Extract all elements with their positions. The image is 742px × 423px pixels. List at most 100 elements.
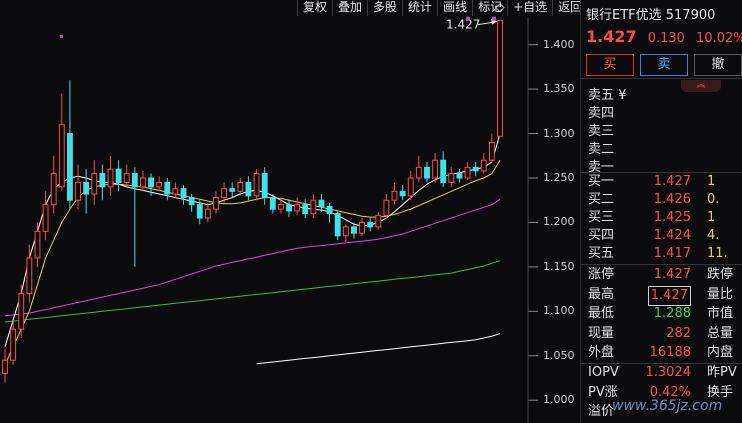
candle-down <box>245 181 252 197</box>
stat-label-right: 量比 <box>707 286 734 302</box>
candle-down <box>131 173 138 188</box>
candle-down <box>164 181 171 195</box>
price-tick-label: 1.000 <box>543 393 575 407</box>
price-tick-label: 1.300 <box>543 126 575 140</box>
bid-level-volume: 0. <box>707 192 720 207</box>
ask-level-row: 卖二 <box>581 141 742 159</box>
bid-level-label: 买四 <box>588 228 615 243</box>
candle-up <box>253 173 260 197</box>
candle-up <box>391 190 398 201</box>
bid-level-price: 1.424 <box>653 228 691 243</box>
toolbar-button-1[interactable]: 叠加 <box>332 0 367 16</box>
toolbar-button-2[interactable]: 多股 <box>367 0 402 16</box>
candle-down <box>188 197 195 206</box>
chart-toolbar: 复权 叠加 多股 统计 画线 标记 +自选 返回 <box>297 0 587 16</box>
candle-up <box>140 177 146 188</box>
price-tick-label: 1.100 <box>543 304 575 318</box>
candle-up <box>480 159 487 172</box>
stat-row: 外盘 16188 内盘 <box>581 344 742 362</box>
candle-up <box>10 328 17 361</box>
candle-up <box>34 230 41 259</box>
candle-up <box>75 181 81 201</box>
kline-chart[interactable]: 1.427 <box>0 0 580 423</box>
candle-up <box>415 166 422 179</box>
candle-down <box>229 188 236 192</box>
stat-label-right: 市值 <box>707 306 734 321</box>
candle-up <box>448 173 455 183</box>
sell-button[interactable]: 卖 <box>640 54 688 76</box>
ma20-line <box>4 198 501 317</box>
candle-up <box>221 188 228 199</box>
toolbar-button-4[interactable]: 画线 <box>437 0 472 16</box>
candle-up <box>294 204 301 212</box>
price-bar: 1.427 0.130 10.02% <box>586 27 742 46</box>
marker-dot <box>466 16 470 21</box>
candle-up <box>18 293 25 330</box>
candle-down <box>148 177 155 188</box>
bid-level-row: 买四 1.424 4. <box>581 227 742 245</box>
bid-level-row: 买一 1.427 1 <box>581 173 742 191</box>
candle-up <box>58 124 65 188</box>
toolbar-button-6[interactable]: +自选 <box>507 0 552 16</box>
stat-value: 282 <box>666 325 691 341</box>
candle-down <box>351 226 357 234</box>
candle-down <box>318 199 325 207</box>
ask-level-label: 卖四 <box>588 106 615 121</box>
stat-value: 16188 <box>649 345 691 360</box>
candle-up <box>375 214 382 228</box>
stat-value: 1.288 <box>653 306 691 321</box>
candle-down <box>472 166 479 172</box>
bid-level-row: 买五 1.417 11. <box>581 245 742 263</box>
bid-level-volume: 11. <box>707 246 728 261</box>
bid-level-volume: 1 <box>707 210 716 225</box>
stat-label-right: 跌停 <box>707 267 734 282</box>
price-tick-label: 1.050 <box>543 348 575 362</box>
candle-down <box>66 133 73 201</box>
candle-down <box>115 168 122 183</box>
bid-level-row: 买三 1.425 1 <box>581 209 742 227</box>
bid-level-volume: 1 <box>707 174 716 189</box>
watermark: www.365jz.com <box>612 398 723 414</box>
bid-level-label: 买二 <box>588 192 615 207</box>
candle-up <box>383 199 390 216</box>
bid-level-price: 1.417 <box>653 246 691 261</box>
iopv-label: IOPV <box>588 365 619 380</box>
ma120-line <box>256 333 501 365</box>
candle-down <box>269 197 276 210</box>
candle-up <box>213 197 219 210</box>
candle-down <box>196 204 203 219</box>
candle-down <box>99 173 106 188</box>
toolbar-button-3[interactable]: 统计 <box>402 0 437 16</box>
stat-row: 最低 1.288 市值 <box>581 305 742 323</box>
candle-up <box>488 141 495 161</box>
stat-row: 现量 282 总量 <box>581 325 742 343</box>
ma5-line <box>4 133 501 348</box>
marker-dot <box>60 35 63 38</box>
bid-level-price: 1.427 <box>653 174 691 189</box>
candle-up <box>156 181 163 188</box>
candle-up <box>432 159 439 179</box>
stat-label: 外盘 <box>588 345 615 360</box>
bid-level-price: 1.426 <box>653 192 691 207</box>
toolbar-button-5[interactable]: 标记 <box>472 0 507 16</box>
quote-panel: 银行ETF优选 517900 1.427 0.130 10.02% 买 卖 撤 … <box>580 0 742 423</box>
stat-label-right: 总量 <box>707 325 734 341</box>
candle-up <box>50 173 57 206</box>
trade-buttons: 买 卖 撤 <box>586 54 742 76</box>
divider <box>581 264 742 265</box>
candle-up <box>237 181 244 192</box>
candle-down <box>399 190 406 197</box>
candle-up <box>42 204 49 232</box>
stat-row: 最高 1.427 量比 <box>581 285 742 306</box>
buy-button[interactable]: 买 <box>586 54 634 76</box>
toolbar-button-0[interactable]: 复权 <box>297 0 332 16</box>
cancel-order-button[interactable]: 撤 <box>694 54 742 76</box>
stat-row: 涨停 1.427 跌停 <box>581 266 742 284</box>
bid-level-label: 买五 <box>588 246 615 261</box>
stat-label: 现量 <box>588 325 615 341</box>
price-change-pct: 10.02% <box>696 31 742 46</box>
candle-up <box>310 199 317 215</box>
candle-down <box>367 221 374 228</box>
iopv-value: 1.3024 <box>645 365 692 380</box>
stat-label-right: 内盘 <box>707 345 734 360</box>
